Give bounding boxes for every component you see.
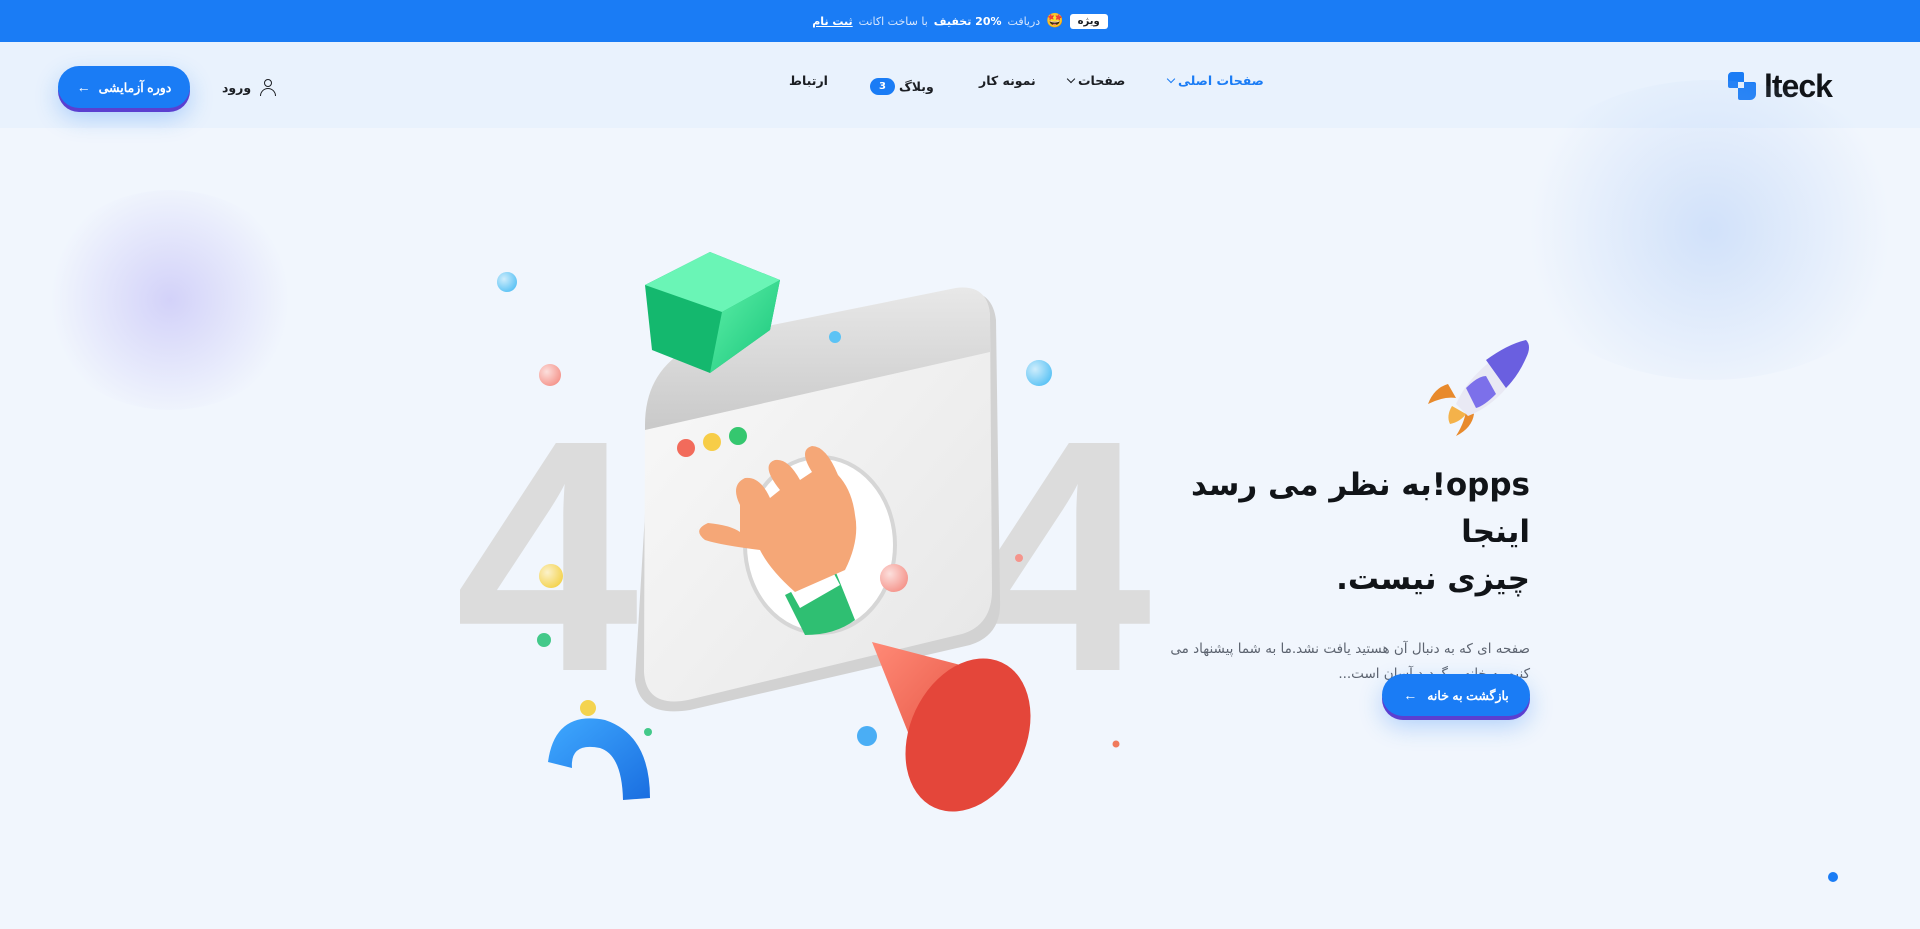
chevron-down-icon (1066, 74, 1076, 83)
promo-bar: ویژه 🤩 دریافت 20% تخفیف با ساخت اکانت ثب… (0, 0, 1920, 42)
404-illustration: 4 4 (455, 252, 1154, 812)
nav-label: نمونه کار (979, 72, 1036, 88)
page-title: opps!به نظر می رسد اینجا چیزی نیست. (1150, 462, 1530, 603)
hero-content: opps!به نظر می رسد اینجا چیزی نیست. صفحه… (1150, 462, 1530, 687)
trial-button-label: دوره آزمایشی (98, 80, 172, 95)
nav-item-main-pages[interactable]: صفحات اصلی (1166, 72, 1264, 88)
nav-label: صفحات اصلی (1178, 72, 1264, 88)
signup-link[interactable]: ثبت نام (812, 15, 852, 28)
nav-label: وبلاگ (898, 79, 934, 94)
nav-label: ارتباط (789, 72, 828, 88)
nav-item-contact[interactable]: ارتباط (789, 73, 828, 88)
nav-label: صفحات (1078, 72, 1126, 88)
nav-item-pages[interactable]: صفحات (1066, 72, 1126, 88)
login-label: ورود (222, 79, 252, 95)
rocket-icon (1428, 340, 1529, 436)
background-glow (1500, 80, 1920, 380)
digit-4-left: 4 (455, 371, 641, 740)
arrow-left-icon: ← (1403, 687, 1418, 703)
promo-discount: 20% تخفیف (933, 14, 1002, 28)
nav-item-portfolio[interactable]: نمونه کار (979, 73, 1036, 88)
blog-count-badge: 3 (870, 78, 895, 95)
arrow-left-icon: ← (76, 79, 91, 95)
user-icon (259, 78, 277, 96)
title-line-1: opps!به نظر می رسد اینجا (1190, 467, 1530, 550)
title-line-2: چیزی نیست. (1336, 561, 1530, 597)
trial-course-button[interactable]: دوره آزمایشی ← (58, 66, 190, 108)
chevron-down-icon (1166, 74, 1176, 83)
back-home-button[interactable]: بازگشت به خانه ← (1382, 674, 1530, 716)
nav-item-blog[interactable]: وبلاگ 3 (870, 78, 934, 95)
background-glow (40, 190, 300, 410)
star-eyes-emoji-icon: 🤩 (1046, 13, 1064, 29)
special-badge: ویژه (1069, 13, 1108, 29)
promo-prefix: دریافت (1007, 14, 1041, 28)
login-link[interactable]: ورود (222, 78, 277, 96)
scroll-indicator-dot[interactable] (1828, 872, 1838, 882)
home-button-label: بازگشت به خانه (1427, 688, 1509, 703)
promo-middle: با ساخت اکانت (858, 14, 928, 28)
